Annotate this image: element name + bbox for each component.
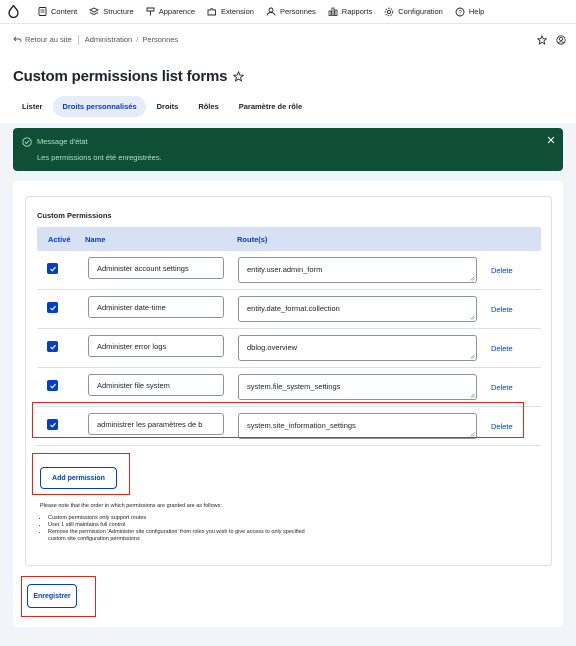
permission-route-textarea[interactable]: system.file_system_settings [238,374,477,400]
permission-route-textarea[interactable]: entity.date_format.collection [238,296,477,322]
table-row: Administer error logs dblog.overview Del… [37,329,541,368]
note-item: User 1 still maintains full control [48,522,318,529]
tabs: Lister Droits personnalisés Droits Rôles… [13,96,313,117]
resize-grip-icon[interactable] [470,393,475,398]
status-text: Les permissions ont été enregistrées. [37,153,162,162]
tab-droits-personnalises[interactable]: Droits personnalisés [53,96,146,117]
help-icon: ? [455,7,465,16]
delete-link[interactable]: Delete [491,266,513,275]
tab-roles[interactable]: Rôles [189,96,227,117]
table-row: Administer account settings entity.user.… [37,251,541,290]
permission-name-input[interactable]: Administer account settings [88,257,224,279]
delete-link[interactable]: Delete [491,305,513,314]
toolbar-extension[interactable]: Extension [207,7,254,16]
back-arrow-icon [13,36,22,42]
note-item: Custom permissions only support routes [48,515,318,522]
note-item: Remove the permission 'Administer site c… [48,529,318,543]
route-value: entity.user.admin_form [247,265,323,274]
page-title: Custom permissions list forms [13,68,245,85]
breadcrumb-separator: / [136,35,139,44]
back-to-site-link[interactable]: Retour au site [13,35,72,44]
table-row: Administer date-time entity.date_format.… [37,290,541,329]
resize-grip-icon[interactable] [470,354,475,359]
permission-name-input[interactable]: Administer file system [88,374,224,396]
check-circle-icon [22,137,32,147]
admin-toolbar: Content Structure Apparence Extension Pe… [0,0,576,24]
status-heading: Message d'état [37,137,88,146]
toolbar-content[interactable]: Content [38,7,77,16]
checkmark-icon [49,344,56,350]
toolbar-help-label: Help [468,7,485,16]
drupal-logo-icon[interactable] [0,0,26,24]
toolbar-rapports[interactable]: Rapports [328,7,372,16]
toolbar-apparence[interactable]: Apparence [146,7,195,16]
status-message: Message d'état Les permissions ont été e… [13,128,563,171]
toolbar-personnes[interactable]: Personnes [266,7,316,16]
checkmark-icon [49,383,56,389]
user-account-icon[interactable] [556,34,566,45]
column-header-name: Name [85,234,106,244]
toolbar-structure-label: Structure [103,7,134,16]
active-checkbox[interactable] [47,380,58,391]
active-checkbox[interactable] [47,341,58,352]
gear-icon [384,7,394,16]
shortcut-star-icon[interactable] [537,34,547,45]
note-list: Custom permissions only support routes U… [40,515,318,543]
active-checkbox[interactable] [47,302,58,313]
toolbar-content-label: Content [51,7,78,16]
paint-icon [146,7,155,16]
favorite-star-icon[interactable] [233,71,245,82]
toolbar-structure[interactable]: Structure [89,7,134,16]
checkmark-icon [49,266,56,272]
column-header-active: Activé [48,234,71,244]
page-header: Custom permissions list forms Lister Dro… [0,55,576,123]
toolbar-help[interactable]: ? Help [455,7,484,17]
fieldset-title: Custom Permissions [37,211,112,220]
route-value: dblog.overview [247,343,298,352]
table-header: Activé Name Route(s) [37,227,541,251]
permission-route-textarea[interactable]: dblog.overview [238,335,477,361]
delete-link[interactable]: Delete [491,344,513,353]
puzzle-icon [207,8,216,16]
route-value: system.file_system_settings [247,382,341,391]
route-value: entity.date_format.collection [247,304,340,313]
page-title-text: Custom permissions list forms [13,68,228,85]
breadcrumb-administration[interactable]: Administration [85,35,133,44]
structure-icon [89,7,100,16]
person-icon [266,7,276,16]
tab-lister[interactable]: Lister [13,96,51,117]
note-intro: Please note that the order in which perm… [40,503,222,509]
back-to-site-label: Retour au site [25,35,72,44]
highlight-box-save [21,576,96,617]
resize-grip-icon[interactable] [470,315,475,320]
document-icon [38,7,47,16]
toolbar-rapports-label: Rapports [341,7,373,16]
permission-name-input[interactable]: Administer date-time [88,296,224,318]
highlight-box-new-row [32,402,524,438]
permissions-note: Please note that the order in which perm… [40,503,318,543]
toolbar-configuration[interactable]: Configuration [384,7,443,17]
toolbar-apparence-label: Apparence [158,7,195,16]
permission-name-input[interactable]: Administer error logs [88,335,224,357]
close-icon[interactable] [547,136,555,144]
toolbar-personnes-label: Personnes [279,7,316,16]
custom-permissions-fieldset: Custom Permissions Activé Name Route(s) … [25,196,552,566]
resize-grip-icon[interactable] [470,276,475,281]
delete-link[interactable]: Delete [491,383,513,392]
breadcrumb-divider [77,34,79,45]
chart-icon [328,7,338,16]
checkmark-icon [49,305,56,311]
permission-route-textarea[interactable]: entity.user.admin_form [238,257,477,283]
column-header-routes: Route(s) [237,234,268,244]
toolbar-extension-label: Extension [221,7,254,16]
breadcrumb-bar: Retour au site Administration / Personne… [0,24,576,55]
breadcrumb-personnes[interactable]: Personnes [142,35,178,44]
highlight-box-add-permission [32,453,130,495]
tab-droits[interactable]: Droits [148,96,188,117]
active-checkbox[interactable] [47,263,58,274]
toolbar-configuration-label: Configuration [398,7,443,16]
tab-parametre-de-role[interactable]: Paramètre de rôle [230,96,311,117]
